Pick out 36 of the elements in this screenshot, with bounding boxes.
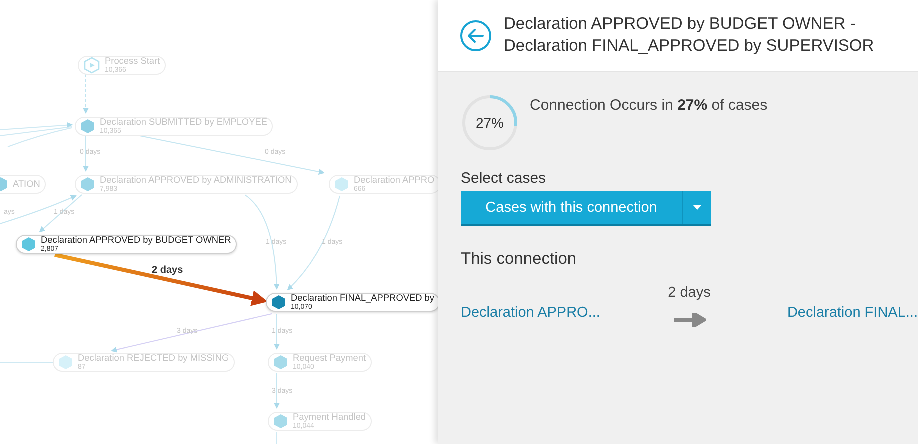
node-label: Declaration SUBMITTED by EMPLOYEE bbox=[100, 118, 268, 128]
cases-filter-button[interactable]: Cases with this connection bbox=[461, 191, 682, 224]
connector-arrow bbox=[83, 74, 89, 114]
panel-title: Declaration FINAL_APPROVED by SUPERVISOR bbox=[504, 37, 874, 56]
connector-arrow[interactable] bbox=[111, 314, 272, 353]
dropdown-button[interactable] bbox=[682, 191, 711, 224]
node-label: ATION bbox=[13, 180, 40, 190]
right-arrow-icon bbox=[674, 313, 706, 327]
connector-line bbox=[276, 432, 278, 444]
node-label: Process Start bbox=[105, 57, 160, 67]
connector-arrow[interactable] bbox=[287, 196, 340, 291]
ring-percentage: 27% bbox=[474, 114, 506, 133]
connection-duration: 2 days bbox=[668, 285, 711, 301]
section-title: This connection bbox=[461, 250, 578, 269]
node-label: Declaration FINAL_APPROVED by bbox=[291, 294, 434, 304]
node-label: Declaration APPROVED by BUDGET OWNER bbox=[41, 236, 232, 246]
select-cases-label: Select cases bbox=[461, 170, 548, 187]
connector-arrow[interactable] bbox=[140, 136, 325, 175]
process-node[interactable]: ATION bbox=[0, 175, 46, 194]
connector-arrow[interactable] bbox=[39, 194, 82, 233]
caret-icon bbox=[692, 205, 702, 210]
node-label: Payment Handled bbox=[293, 413, 366, 423]
panel-title: Declaration APPROVED by BUDGET OWNER - bbox=[504, 15, 857, 34]
occurrence-text: Connection Occurs in 27% of cases bbox=[530, 97, 768, 114]
highlighted-edge-arrow[interactable] bbox=[54, 253, 268, 306]
node-label: Declaration REJECTED by MISSING bbox=[78, 354, 230, 364]
connector-arrow[interactable] bbox=[274, 314, 280, 350]
node-label: Request Payment bbox=[293, 354, 366, 364]
node-label: Declaration APPROVED by ADMINISTRATION bbox=[100, 176, 292, 186]
play-hexagon-icon bbox=[84, 57, 100, 74]
target-activity-link[interactable]: Declaration FINAL... bbox=[787, 305, 918, 321]
node-label: Declaration APPRO bbox=[354, 176, 435, 186]
connector-arrow[interactable] bbox=[274, 372, 280, 409]
source-activity-link[interactable]: Declaration APPRO... bbox=[461, 305, 600, 321]
edge-duration-label: 2 days bbox=[152, 265, 184, 276]
connector-arrow[interactable] bbox=[0, 195, 77, 224]
